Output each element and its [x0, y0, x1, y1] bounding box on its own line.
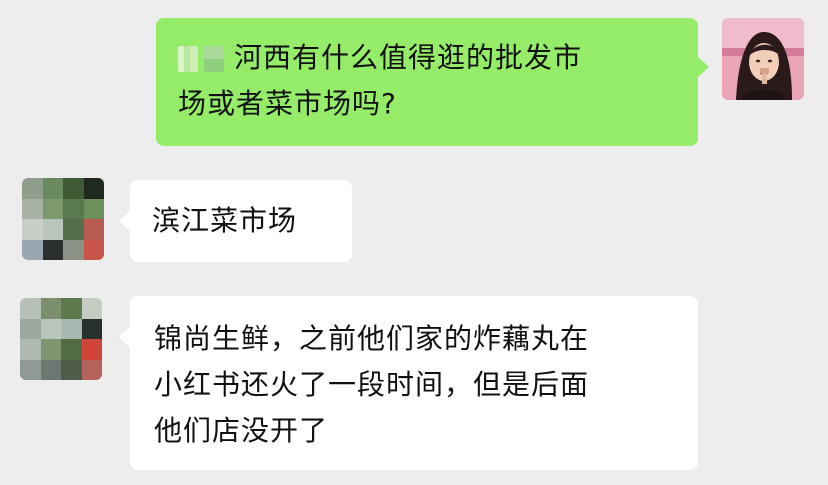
message-text: 小红书还火了一段时间，但是后面: [154, 368, 590, 401]
bubble-tail: [119, 210, 131, 232]
message-line: 锦尚生鲜，之前他们家的炸藕丸在: [154, 316, 698, 362]
redacted-mention: [204, 46, 224, 72]
message-bubble-other[interactable]: 锦尚生鲜，之前他们家的炸藕丸在 小红书还火了一段时间，但是后面 他们店没开了: [119, 296, 698, 470]
message-line: 滨江菜市场: [152, 198, 352, 244]
avatar-mosaic: [20, 298, 102, 380]
contact-avatar[interactable]: [20, 298, 102, 380]
message-text: 锦尚生鲜，之前他们家的炸藕丸在: [154, 322, 590, 355]
message-text: 滨江菜市场: [152, 204, 298, 237]
message-bubble-self[interactable]: 河西有什么值得逛的批发市 场或者菜市场吗?: [156, 18, 709, 146]
contact-avatar[interactable]: [22, 178, 104, 260]
message-text: 场或者菜市场吗?: [178, 87, 397, 120]
avatar-photo: [722, 18, 804, 100]
message-text: 河西有什么值得逛的批发市: [234, 41, 583, 74]
message-line: 他们店没开了: [154, 408, 698, 454]
avatar-mosaic: [22, 178, 104, 260]
message-line: 场或者菜市场吗?: [178, 81, 680, 127]
redacted-mention: [178, 46, 198, 72]
message-line: 小红书还火了一段时间，但是后面: [154, 362, 698, 408]
self-avatar[interactable]: [722, 18, 804, 100]
message-bubble-other[interactable]: 滨江菜市场: [119, 180, 352, 262]
message-line: 河西有什么值得逛的批发市: [178, 35, 680, 81]
bubble-tail: [119, 326, 131, 348]
message-text: 他们店没开了: [154, 414, 329, 447]
bubble-tail: [697, 56, 709, 78]
